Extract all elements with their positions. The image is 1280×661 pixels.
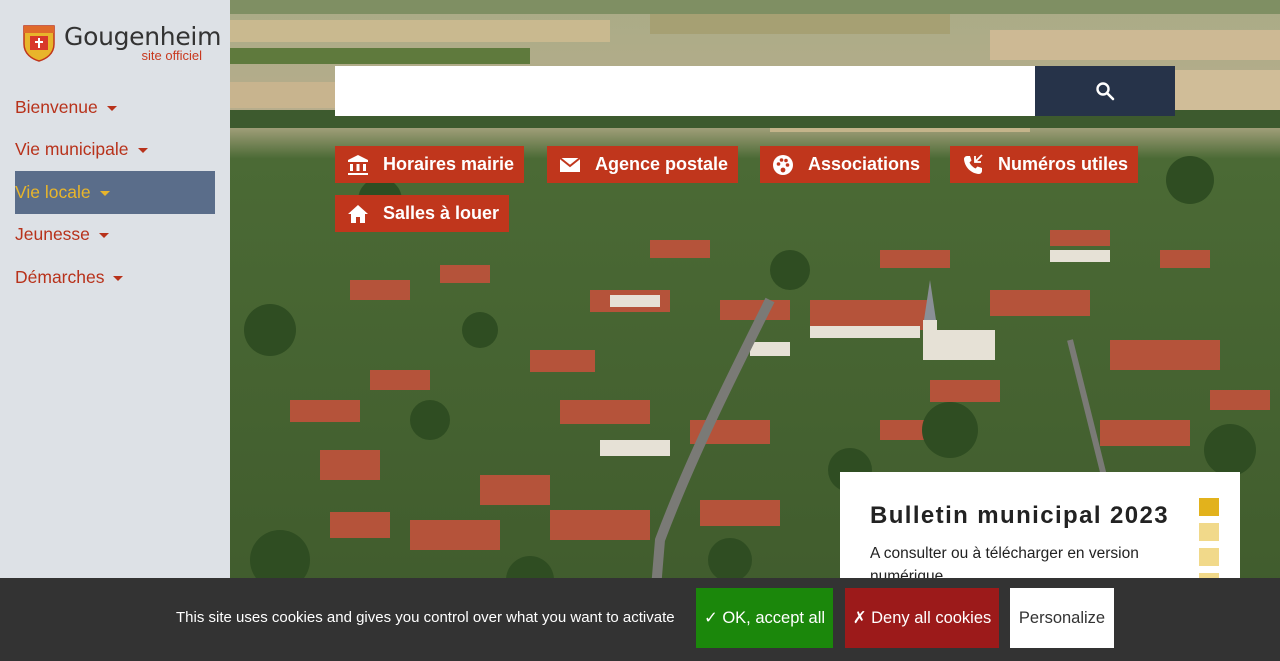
quick-link-associations[interactable]: Associations xyxy=(760,146,931,183)
phone-icon xyxy=(960,152,986,178)
caret-down-icon xyxy=(137,148,148,154)
quick-link-label: Horaires mairie xyxy=(383,154,515,174)
nav-item-jeunesse[interactable]: Jeunesse xyxy=(15,214,215,257)
search-icon xyxy=(1096,82,1115,101)
search-input[interactable] xyxy=(335,66,1035,116)
nav-item-label: Bienvenue xyxy=(15,96,98,117)
sidebar: Gougenheim site officiel Bienvenue Vie m… xyxy=(0,0,230,661)
caret-down-icon xyxy=(113,275,124,281)
search-button[interactable] xyxy=(1035,66,1175,116)
hero-section: Horaires mairie Agence postale Associati… xyxy=(230,0,1280,661)
quick-link-label: Salles à louer xyxy=(383,203,500,223)
personalize-cookies-button[interactable]: Personalize xyxy=(1010,588,1114,648)
search-bar xyxy=(335,66,1175,116)
caret-down-icon xyxy=(98,233,109,239)
bulletin-title: Bulletin municipal 2023 xyxy=(870,502,1169,529)
nav-item-label: Vie municipale xyxy=(15,139,129,160)
nav-item-vie-locale[interactable]: Vie locale xyxy=(15,171,215,214)
slider-dot[interactable] xyxy=(1199,498,1219,516)
quick-link-label: Numéros utiles xyxy=(998,154,1129,174)
slider-dot[interactable] xyxy=(1199,548,1219,566)
nav-item-vie-municipale[interactable]: Vie municipale xyxy=(15,129,215,172)
caret-down-icon xyxy=(106,105,117,111)
quick-link-label: Associations xyxy=(808,154,921,174)
coat-of-arms-icon xyxy=(23,25,55,62)
bank-icon xyxy=(345,152,371,178)
site-name: Gougenheim xyxy=(64,22,222,51)
cookie-banner: This site uses cookies and gives you con… xyxy=(0,578,1280,661)
quick-link-horaires-mairie[interactable]: Horaires mairie xyxy=(335,146,525,183)
quick-link-label: Agence postale xyxy=(595,154,729,174)
nav-item-label: Démarches xyxy=(15,266,105,287)
caret-down-icon xyxy=(99,190,110,196)
nav-item-label: Jeunesse xyxy=(15,224,90,245)
quick-link-numeros-utiles[interactable]: Numéros utiles xyxy=(950,146,1139,183)
site-logo[interactable]: Gougenheim site officiel xyxy=(22,22,221,66)
deny-all-cookies-button[interactable]: ✗ Deny all cookies xyxy=(845,588,999,648)
site-subtitle: site officiel xyxy=(141,48,202,63)
mail-icon xyxy=(557,152,583,178)
accept-all-cookies-button[interactable]: ✓ OK, accept all xyxy=(696,588,833,648)
slider-dot[interactable] xyxy=(1199,523,1219,541)
nav-item-label: Vie locale xyxy=(15,181,91,202)
quick-link-agence-postale[interactable]: Agence postale xyxy=(547,146,739,183)
cookie-text: This site uses cookies and gives you con… xyxy=(176,609,675,626)
main-nav: Bienvenue Vie municipale Vie locale Jeun… xyxy=(15,86,215,299)
home-icon xyxy=(345,201,371,227)
nav-item-bienvenue[interactable]: Bienvenue xyxy=(15,86,215,129)
palette-icon xyxy=(770,152,796,178)
nav-item-demarches[interactable]: Démarches xyxy=(15,256,215,299)
quick-link-salles-a-louer[interactable]: Salles à louer xyxy=(335,195,510,232)
